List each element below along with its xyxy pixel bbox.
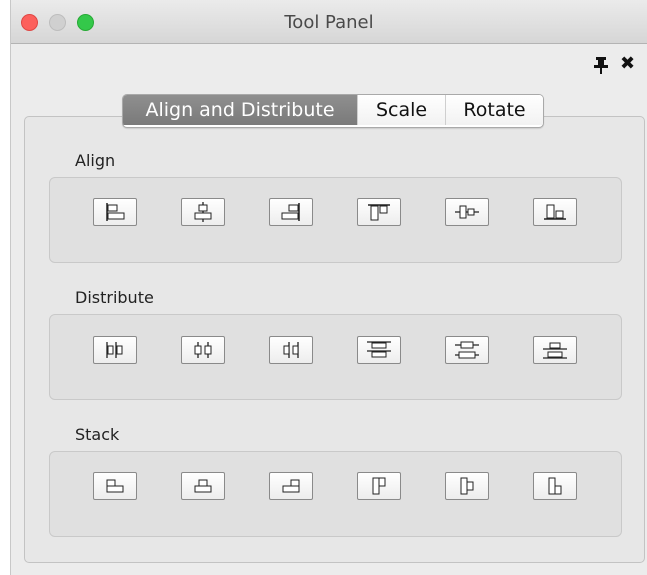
stack-horizontal-center-icon — [194, 479, 212, 493]
align-horizontal-center-icon — [194, 202, 212, 222]
distribute-left-icon — [106, 342, 123, 358]
window-title: Tool Panel — [284, 12, 374, 33]
stack-vertical-center-button[interactable] — [445, 472, 489, 500]
distribute-group — [49, 314, 622, 400]
tab-align-and-distribute[interactable]: Align and Distribute — [123, 95, 357, 125]
stack-top-button[interactable] — [357, 472, 401, 500]
stack-left-button[interactable] — [93, 472, 137, 500]
align-vertical-center-icon — [455, 205, 479, 219]
stack-top-icon — [372, 477, 386, 495]
distribute-horizontal-center-icon — [194, 342, 212, 358]
align-top-button[interactable] — [357, 198, 401, 226]
distribute-bottom-button[interactable] — [533, 336, 577, 364]
distribute-vertical-center-icon — [455, 341, 479, 359]
distribute-right-icon — [283, 342, 299, 358]
distribute-top-button[interactable] — [357, 336, 401, 364]
distribute-left-button[interactable] — [93, 336, 137, 364]
distribute-top-icon — [367, 341, 391, 358]
stack-bottom-icon — [548, 477, 562, 495]
stack-label: Stack — [75, 425, 120, 444]
title-bar[interactable]: Tool Panel — [11, 0, 647, 44]
align-right-button[interactable] — [269, 198, 313, 226]
align-vertical-center-button[interactable] — [445, 198, 489, 226]
align-group — [49, 177, 622, 263]
align-left-button[interactable] — [93, 198, 137, 226]
align-left-icon — [106, 203, 125, 221]
stack-horizontal-center-button[interactable] — [181, 472, 225, 500]
tool-panel-window: Tool Panel ✖ Align and Distribute Scale … — [10, 0, 647, 575]
stack-left-icon — [106, 479, 124, 493]
align-top-icon — [368, 204, 390, 221]
pin-icon[interactable] — [593, 56, 609, 74]
align-horizontal-center-button[interactable] — [181, 198, 225, 226]
distribute-vertical-center-button[interactable] — [445, 336, 489, 364]
stack-vertical-center-icon — [460, 477, 474, 495]
stack-bottom-button[interactable] — [533, 472, 577, 500]
align-bottom-button[interactable] — [533, 198, 577, 226]
align-bottom-icon — [544, 204, 566, 220]
align-label: Align — [75, 151, 116, 170]
align-right-icon — [281, 203, 300, 221]
tab-scale[interactable]: Scale — [357, 95, 445, 125]
close-panel-icon[interactable]: ✖ — [620, 54, 635, 74]
distribute-right-button[interactable] — [269, 336, 313, 364]
distribute-horizontal-center-button[interactable] — [181, 336, 225, 364]
stack-right-icon — [282, 479, 300, 493]
stack-group — [49, 451, 622, 537]
tab-rotate[interactable]: Rotate — [445, 95, 543, 125]
distribute-bottom-icon — [543, 342, 567, 359]
tab-bar: Align and Distribute Scale Rotate — [122, 94, 544, 128]
distribute-label: Distribute — [75, 288, 154, 307]
stack-right-button[interactable] — [269, 472, 313, 500]
